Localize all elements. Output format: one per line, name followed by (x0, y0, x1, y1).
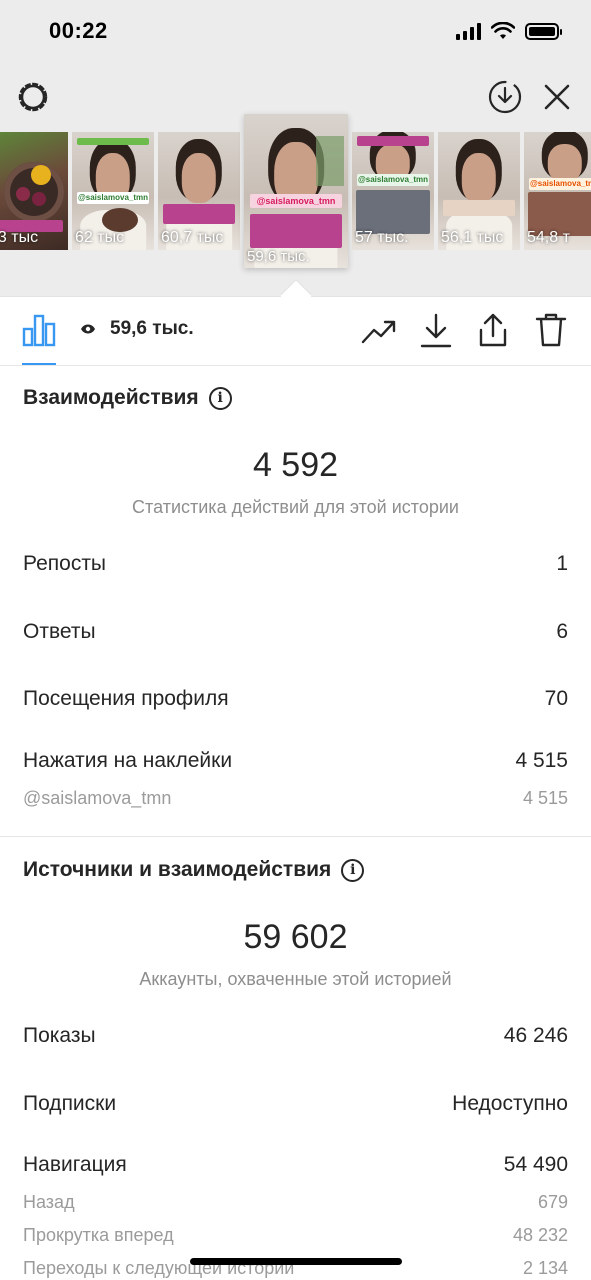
story-views: 56,1 тыс (441, 229, 504, 246)
stat-row-impressions: Показы 46 246 (23, 1024, 568, 1048)
stat-label: Подписки (23, 1092, 117, 1115)
stat-value: 6 (556, 620, 568, 643)
stat-value: 4 515 (515, 749, 568, 772)
status-bar: 00:22 (0, 0, 591, 62)
story-tag: @saislamova_tmn (76, 192, 150, 204)
story-thumbnail[interactable]: @saislamova_tmn 54,8 т (524, 132, 591, 250)
bar-chart-icon[interactable] (22, 312, 56, 348)
stat-row-sticker-taps: Нажатия на наклейки 4 515 (23, 749, 568, 773)
stat-value: 4 515 (522, 788, 568, 808)
story-tag: @saislamova_tmn (250, 194, 342, 208)
story-views: 62 тыс (75, 229, 125, 246)
story-tag: @saislamova_tmn (528, 178, 591, 190)
action-bar: 59,6 тыс. (0, 296, 591, 366)
stat-label: Прокрутка вперед (23, 1225, 174, 1245)
interactions-total: 4 592 (252, 446, 339, 484)
stat-label: Показы (23, 1024, 96, 1047)
share-icon[interactable] (474, 310, 512, 350)
stat-row-reposts: Репосты 1 (23, 552, 568, 576)
stat-value: 1 (556, 552, 568, 575)
sources-title: Источники и взаимодействия (23, 858, 332, 881)
stat-value: 2 134 (522, 1258, 568, 1278)
stat-value: 679 (537, 1192, 568, 1212)
section-divider (0, 836, 591, 837)
stat-label: Нажатия на наклейки (23, 749, 233, 772)
story-thumbnail[interactable]: 56,1 тыс (438, 132, 520, 250)
stat-value: 48 232 (512, 1225, 568, 1245)
trash-icon[interactable] (532, 310, 570, 350)
gear-icon[interactable] (14, 78, 52, 116)
stat-label: Посещения профиля (23, 687, 229, 710)
trending-icon[interactable] (360, 314, 398, 348)
sources-section-title: Источники и взаимодействия i (23, 858, 365, 882)
info-icon[interactable]: i (341, 858, 365, 882)
story-views: 60,7 тыс (161, 229, 224, 246)
story-thumbnail[interactable]: @saislamova_tmn 57 тыс. (352, 132, 434, 250)
status-icons (456, 22, 562, 40)
stat-label: Навигация (23, 1153, 127, 1176)
download-circle-icon[interactable] (486, 78, 524, 116)
stat-label: Репосты (23, 552, 107, 575)
stat-value: 70 (544, 687, 568, 710)
stat-row-profile-visits: Посещения профиля 70 (23, 687, 568, 711)
story-thumbnail[interactable]: 63 тыс (0, 132, 68, 250)
insights-sheet: 59,6 тыс. Взаимодействия i 4 592 Статист… (0, 280, 591, 1280)
interactions-caption: Статистика действий для этой истории (132, 497, 459, 517)
stat-subrow-mention: @saislamova_tmn 4 515 (23, 788, 568, 809)
eye-icon (81, 324, 95, 334)
story-thumbnails: 63 тыс @saislamova_tmn 62 тыс 60,7 тыс @… (0, 114, 591, 274)
story-thumbnail[interactable]: @saislamova_tmn 62 тыс (72, 132, 154, 250)
stat-subrow-forward: Прокрутка вперед 48 232 (23, 1225, 568, 1246)
battery-icon (525, 22, 562, 40)
stat-row-navigation: Навигация 54 490 (23, 1153, 568, 1177)
story-views: 59,6 тыс. (247, 248, 310, 265)
status-time: 00:22 (49, 18, 108, 43)
stat-value: Недоступно (452, 1092, 568, 1115)
wifi-icon (491, 22, 515, 39)
story-views: 57 тыс. (355, 229, 409, 246)
sources-total: 59 602 (243, 918, 348, 956)
story-tag: @saislamova_tmn (356, 174, 430, 186)
active-tab-indicator (22, 363, 56, 365)
story-views: 63 тыс (0, 229, 39, 246)
close-icon[interactable] (538, 78, 576, 116)
home-indicator[interactable] (190, 1258, 402, 1265)
sources-caption: Аккаунты, охваченные этой историей (139, 969, 452, 989)
download-icon[interactable] (418, 312, 454, 350)
stat-value: 54 490 (503, 1153, 568, 1176)
stat-label: @saislamova_tmn (23, 788, 172, 808)
story-thumbnail-active[interactable]: @saislamova_tmn 59,6 тыс. (244, 114, 348, 268)
stat-row-replies: Ответы 6 (23, 620, 568, 644)
stat-label: Назад (23, 1192, 75, 1212)
info-icon[interactable]: i (208, 386, 232, 410)
story-thumbnail[interactable]: 60,7 тыс (158, 132, 240, 250)
cellular-signal-icon (456, 22, 481, 40)
stat-label: Ответы (23, 620, 96, 643)
interactions-title: Взаимодействия (23, 386, 199, 409)
interactions-section-title: Взаимодействия i (23, 386, 232, 410)
story-views: 54,8 т (527, 229, 570, 246)
stat-value: 46 246 (503, 1024, 568, 1047)
views-total: 59,6 тыс. (80, 318, 194, 340)
views-total-value: 59,6 тыс. (110, 318, 194, 339)
stat-row-follows: Подписки Недоступно (23, 1092, 568, 1116)
stat-subrow-back: Назад 679 (23, 1192, 568, 1213)
